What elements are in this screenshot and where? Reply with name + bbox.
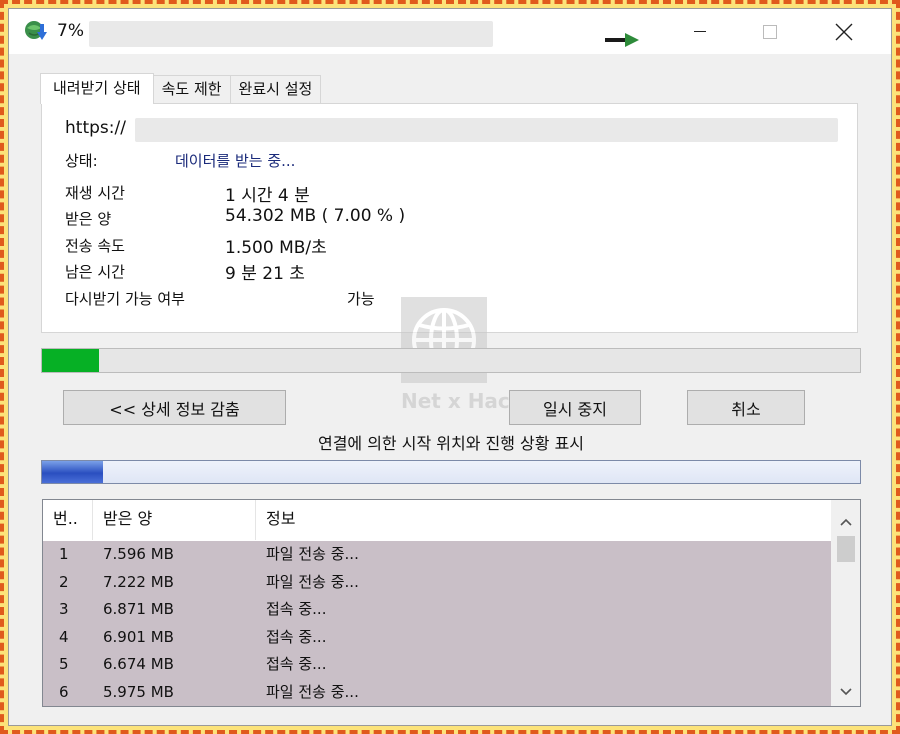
row-number: 6 (59, 682, 69, 701)
downloaded-label: 받은 양 (65, 210, 112, 228)
minimize-icon[interactable] (677, 9, 723, 54)
status-value: 데이터를 받는 중... (175, 152, 296, 170)
column-header-number[interactable]: 번.. (43, 500, 93, 540)
hide-details-button[interactable]: << 상세 정보 감춤 (63, 390, 286, 425)
row-info: 파일 전송 중... (266, 572, 359, 591)
row-info: 접속 중... (266, 600, 327, 618)
maximize-icon[interactable] (747, 9, 793, 54)
row-info: 파일 전송 중... (266, 545, 359, 563)
redacted-filename (89, 21, 493, 47)
pause-button[interactable]: 일시 중지 (509, 390, 641, 425)
column-header-downloaded[interactable]: 받은 양 (93, 500, 256, 540)
title-bar[interactable]: 7% (9, 9, 891, 54)
resume-capability-value: 가능 (347, 290, 375, 308)
download-progress-fill (42, 349, 100, 372)
vertical-scrollbar[interactable] (831, 500, 860, 706)
connection-caption: 연결에 의한 시작 위치와 진행 상황 표시 (317, 434, 585, 453)
row-size: 6.901 MB (103, 627, 174, 646)
transfer-rate-label: 전송 속도 (65, 237, 125, 255)
row-size: 7.596 MB (103, 545, 174, 563)
downloaded-value: 54.302 MB ( 7.00 % ) (225, 206, 406, 226)
connection-list[interactable]: 번.. 받은 양 정보 1 7.596 MB 파일 전송 중... 2 7.22… (42, 499, 861, 707)
table-row[interactable]: 5 6.674 MB 접속 중... (43, 651, 831, 679)
chevron-up-icon[interactable] (831, 510, 860, 534)
time-left-value: 9 분 21 초 (225, 264, 305, 284)
tab-speed-limit[interactable]: 속도 제한 (152, 75, 231, 104)
column-header-info[interactable]: 정보 (256, 500, 831, 540)
status-label: 상태: (65, 152, 98, 170)
elapsed-time-label: 재생 시간 (65, 184, 125, 202)
row-number: 4 (59, 627, 69, 646)
elapsed-time-value: 1 시간 4 분 (225, 186, 310, 206)
tab-strip: 내려받기 상태 속도 제한 완료시 설정 (40, 73, 322, 104)
watermark-text: Net x Hack (401, 389, 524, 413)
row-number: 1 (59, 545, 69, 563)
row-info: 파일 전송 중... (266, 682, 359, 701)
redacted-url (135, 118, 838, 142)
chevron-down-icon[interactable] (831, 680, 860, 704)
arrow-icon (605, 33, 639, 47)
tab-download-status[interactable]: 내려받기 상태 (40, 73, 154, 104)
time-left-label: 남은 시간 (65, 263, 125, 281)
url-prefix: https:// (65, 118, 126, 138)
row-size: 6.871 MB (103, 600, 174, 618)
row-size: 7.222 MB (103, 572, 174, 591)
globe-download-icon (25, 21, 47, 40)
download-progress-bar (41, 348, 861, 373)
list-rows: 1 7.596 MB 파일 전송 중... 2 7.222 MB 파일 전송 중… (43, 541, 831, 706)
connection-progress-bar (41, 460, 861, 484)
table-row[interactable]: 4 6.901 MB 접속 중... (43, 623, 831, 651)
close-icon[interactable] (821, 9, 867, 54)
table-row[interactable]: 2 7.222 MB 파일 전송 중... (43, 568, 831, 596)
transfer-rate-value: 1.500 MB/초 (225, 238, 327, 258)
row-info: 접속 중... (266, 627, 327, 646)
table-row[interactable]: 1 7.596 MB 파일 전송 중... (43, 541, 831, 569)
row-number: 2 (59, 572, 69, 591)
row-number: 3 (59, 600, 69, 618)
row-number: 5 (59, 655, 69, 673)
resume-capability-label: 다시받기 가능 여부 (65, 290, 185, 308)
row-size: 5.975 MB (103, 682, 174, 701)
cancel-button[interactable]: 취소 (687, 390, 805, 425)
download-window: 7% 내려받기 상태 속도 제한 완료시 설정 https:// 상태: 데이터… (8, 8, 892, 726)
table-row[interactable]: 3 6.871 MB 접속 중... (43, 596, 831, 624)
window-title: 7% (57, 21, 84, 41)
list-header: 번.. 받은 양 정보 (43, 500, 831, 540)
scrollbar-thumb[interactable] (837, 536, 855, 562)
table-row[interactable]: 6 5.975 MB 파일 전송 중... (43, 678, 831, 706)
row-size: 6.674 MB (103, 655, 174, 673)
tab-on-complete[interactable]: 완료시 설정 (229, 75, 322, 104)
row-info: 접속 중... (266, 655, 327, 673)
connection-progress-fill (42, 461, 104, 483)
